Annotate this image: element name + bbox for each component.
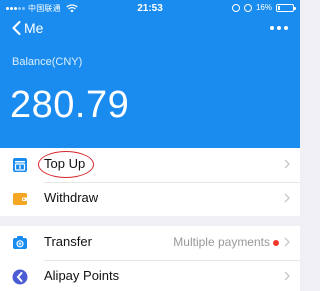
wallet-icon — [13, 193, 27, 205]
alarm-icon — [243, 3, 252, 12]
back-button[interactable]: Me — [12, 20, 43, 36]
transfer-icon — [13, 236, 27, 249]
menu-group-services: Transfer Multiple payments Alipay Points — [0, 226, 300, 291]
chevron-right-icon — [284, 237, 290, 247]
status-bar: 中国联通 21:53 16% — [0, 0, 300, 16]
menu-item-label: Alipay Points — [44, 268, 120, 283]
chevron-right-icon — [284, 159, 290, 169]
points-icon — [12, 269, 28, 285]
notification-dot — [273, 240, 279, 246]
balance-amount: 280.79 — [10, 84, 130, 126]
more-options-icon[interactable] — [270, 26, 288, 30]
transfer-status: Multiple payments — [173, 235, 270, 249]
menu-item-alipay-points[interactable]: Alipay Points — [0, 260, 300, 291]
balance-header: 中国联通 21:53 16% Me Balance(CNY) 280.79 — [0, 0, 300, 148]
top-up-icon — [13, 158, 27, 172]
menu-item-label: Withdraw — [44, 190, 99, 205]
battery-percent: 16% — [255, 3, 272, 12]
back-label: Me — [24, 20, 44, 36]
battery-icon — [276, 3, 296, 12]
chevron-right-icon — [284, 271, 290, 281]
menu-item-transfer[interactable]: Transfer Multiple payments — [0, 226, 300, 260]
highlight-circle-annotation — [38, 151, 94, 178]
nav-bar: Me — [0, 20, 300, 40]
chevron-right-icon — [284, 193, 290, 203]
chevron-left-icon — [12, 21, 21, 35]
rotation-lock-icon — [231, 3, 240, 12]
menu-item-label: Transfer — [44, 234, 92, 249]
menu-item-withdraw[interactable]: Withdraw — [0, 182, 300, 216]
balance-label: Balance(CNY) — [12, 56, 83, 68]
